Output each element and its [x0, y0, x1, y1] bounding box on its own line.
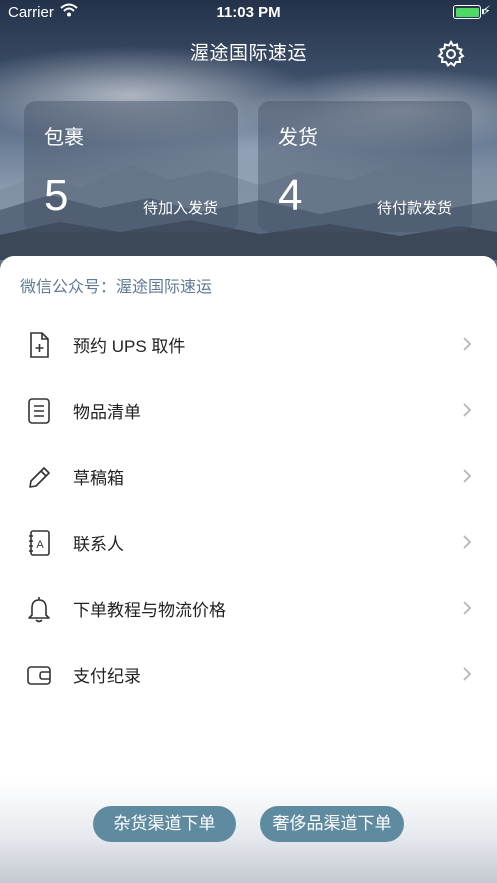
packages-card[interactable]: 包裹 5 待加入发货	[24, 101, 238, 232]
packages-count: 5	[44, 171, 69, 220]
shipments-card[interactable]: 发货 4 待付款发货	[258, 101, 472, 232]
list-document-icon	[28, 398, 50, 424]
svg-text:A: A	[36, 539, 44, 551]
chevron-right-icon	[463, 337, 472, 351]
bolt-icon: ⚡	[481, 3, 491, 18]
status-bar: Carrier 11:03 PM ⚡	[0, 0, 497, 26]
packages-status: 待加入发货	[142, 200, 218, 217]
gear-icon[interactable]	[437, 40, 465, 68]
menu-item-label: 支付纪录	[73, 667, 141, 686]
shipments-count: 4	[278, 171, 303, 220]
clock-time: 11:03 PM	[216, 4, 281, 21]
menu-item-label: 物品清单	[73, 403, 141, 422]
bottom-background	[0, 780, 497, 883]
shipments-status: 待付款发货	[376, 200, 452, 217]
general-goods-order-button[interactable]: 杂货渠道下单	[93, 806, 236, 842]
menu-item-contacts[interactable]: A 联系人	[0, 508, 497, 574]
menu-item-drafts[interactable]: 草稿箱	[0, 442, 497, 508]
pencil-icon	[29, 467, 50, 488]
menu-item-item-list[interactable]: 物品清单	[0, 376, 497, 442]
menu-item-ups-pickup[interactable]: 预约 UPS 取件	[0, 310, 497, 376]
menu-item-label: 预约 UPS 取件	[73, 337, 186, 356]
wechat-account: 微信公众号：渥途国际速运	[20, 279, 213, 296]
wallet-icon	[27, 666, 51, 685]
chevron-right-icon	[463, 535, 472, 549]
file-plus-icon	[30, 332, 49, 358]
chevron-right-icon	[463, 403, 472, 417]
chevron-right-icon	[463, 601, 472, 615]
menu-item-payment-records[interactable]: 支付纪录	[0, 640, 497, 706]
menu-item-tutorial-pricing[interactable]: 下单教程与物流价格	[0, 574, 497, 640]
chevron-right-icon	[463, 667, 472, 681]
page-title: 渥途国际速运	[189, 43, 307, 64]
menu-item-label: 下单教程与物流价格	[73, 601, 226, 620]
menu-item-label: 草稿箱	[73, 469, 124, 488]
battery-icon	[453, 5, 484, 19]
battery-fill	[455, 7, 479, 17]
chevron-right-icon	[463, 469, 472, 483]
menu-item-label: 联系人	[73, 535, 124, 554]
packages-label: 包裹	[44, 127, 84, 149]
address-book-icon: A	[29, 530, 50, 556]
bell-icon	[28, 597, 50, 623]
luxury-goods-order-button[interactable]: 奢侈品渠道下单	[260, 806, 404, 842]
shipments-label: 发货	[278, 127, 318, 149]
